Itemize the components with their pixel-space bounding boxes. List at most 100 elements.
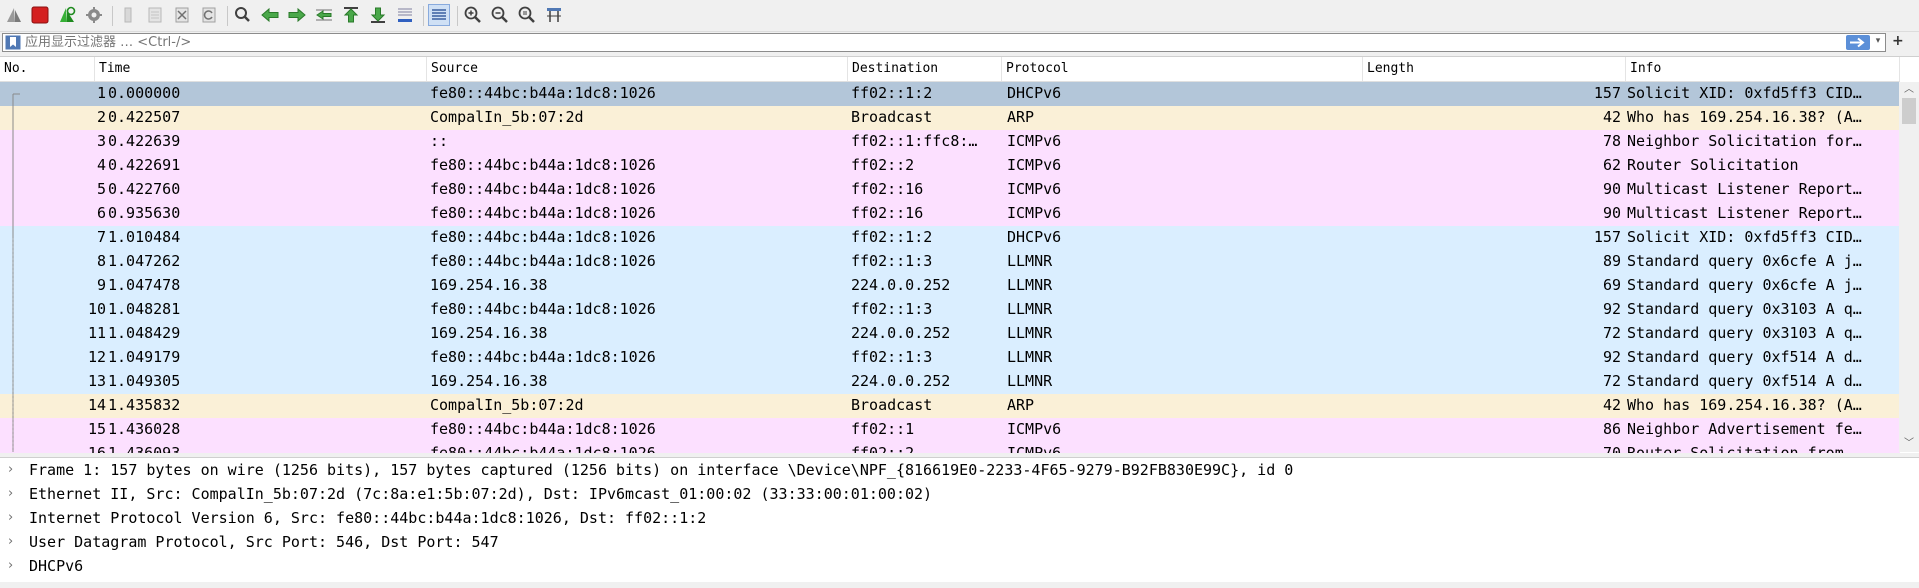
packet-row[interactable]: 16 1.436093 fe80::44bc:b44a:1dc8:1026 ff02:… [0, 442, 1900, 453]
packet-destination-cell: Broadcast [851, 108, 933, 126]
conversation-tree-lines [12, 93, 20, 452]
expand-chevron-icon[interactable]: › [8, 555, 13, 577]
detail-row-frame[interactable]: › Frame 1: 157 bytes on wire (1256 bits)… [0, 459, 1919, 483]
go-first-packet-icon[interactable] [340, 4, 362, 26]
find-packet-icon[interactable] [232, 4, 254, 26]
packet-details-pane: › Frame 1: 157 bytes on wire (1256 bits)… [0, 457, 1919, 582]
packet-time-cell: 1.047478 [108, 276, 181, 294]
packet-destination-cell: ff02::2 [851, 156, 915, 174]
toolbar-separator [227, 6, 228, 26]
expand-chevron-icon[interactable]: › [8, 459, 13, 481]
save-file-icon[interactable] [144, 4, 166, 26]
close-file-icon[interactable] [171, 4, 193, 26]
go-back-icon[interactable] [259, 4, 281, 26]
expand-chevron-icon[interactable]: › [8, 531, 13, 553]
zoom-out-icon[interactable] [489, 4, 511, 26]
packet-source-cell: fe80::44bc:b44a:1dc8:1026 [430, 252, 656, 270]
scroll-down-icon[interactable]: ﹀ [1904, 439, 1914, 449]
packet-row[interactable]: 4 0.422691 fe80::44bc:b44a:1dc8:1026 ff02::… [0, 154, 1900, 178]
packet-time-cell: 1.436093 [108, 444, 181, 453]
restart-capture-icon[interactable] [56, 4, 78, 26]
auto-scroll-icon[interactable] [394, 4, 416, 26]
detail-text: User Datagram Protocol, Src Port: 546, D… [29, 533, 499, 551]
expand-chevron-icon[interactable]: › [8, 483, 13, 505]
detail-row-ethernet[interactable]: › Ethernet II, Src: CompalIn_5b:07:2d (7… [0, 483, 1919, 507]
toolbar-separator [423, 6, 424, 26]
capture-options-gear-icon[interactable] [83, 4, 105, 26]
packet-row[interactable]: 5 0.422760 fe80::44bc:b44a:1dc8:1026 ff02::… [0, 178, 1900, 202]
detail-row-dhcpv6[interactable]: › DHCPv6 [0, 555, 1919, 579]
packet-source-cell: 169.254.16.38 [430, 324, 548, 342]
column-header-info[interactable]: Info [1626, 57, 1900, 81]
packet-destination-cell: ff02::1:ffc8:… [851, 132, 978, 150]
packet-source-cell: :: [430, 132, 449, 150]
stop-capture-icon[interactable] [29, 4, 51, 26]
packet-source-cell: 169.254.16.38 [430, 276, 548, 294]
packet-protocol-cell: LLMNR [1007, 372, 1053, 390]
packet-row[interactable]: 12 1.049179 fe80::44bc:b44a:1dc8:1026 ff02:… [0, 346, 1900, 370]
expand-chevron-icon[interactable]: › [8, 507, 13, 529]
bookmark-icon[interactable] [5, 35, 21, 50]
packet-row[interactable]: 7 1.010484 fe80::44bc:b44a:1dc8:1026 ff02::… [0, 226, 1900, 250]
column-header-destination[interactable]: Destination [848, 57, 1002, 81]
packet-list-scrollbar[interactable]: ︿ ﹀ [1899, 82, 1919, 452]
packet-protocol-cell: ICMPv6 [1007, 444, 1062, 453]
packet-info-cell: Who has 169.254.16.38? (A… [1627, 108, 1862, 126]
column-header-length[interactable]: Length [1363, 57, 1626, 81]
packet-protocol-cell: ARP [1007, 108, 1035, 126]
column-header-source[interactable]: Source [427, 57, 848, 81]
scroll-up-icon[interactable]: ︿ [1904, 85, 1914, 95]
packet-length-cell: 70 [1602, 444, 1621, 453]
packet-length-cell: 90 [1602, 204, 1621, 222]
column-header-protocol[interactable]: Protocol [1002, 57, 1363, 81]
column-header-time[interactable]: Time [95, 57, 427, 81]
packet-destination-cell: ff02::1 [851, 420, 915, 438]
packet-row[interactable]: 11 1.048429 169.254.16.38 224.0.0.252 LLMNR 7… [0, 322, 1900, 346]
column-header-no[interactable]: No. [0, 57, 95, 81]
packet-protocol-cell: ICMPv6 [1007, 420, 1062, 438]
shark-fin-start-icon[interactable] [3, 4, 25, 26]
open-file-icon[interactable] [117, 4, 139, 26]
packet-row[interactable]: 10 1.048281 fe80::44bc:b44a:1dc8:1026 ff02:… [0, 298, 1900, 322]
main-toolbar [0, 0, 1919, 32]
go-to-packet-icon[interactable] [313, 4, 335, 26]
packet-time-cell: 1.048429 [108, 324, 181, 342]
packet-row[interactable]: 8 1.047262 fe80::44bc:b44a:1dc8:1026 ff02::… [0, 250, 1900, 274]
go-last-packet-icon[interactable] [367, 4, 389, 26]
colorize-icon[interactable] [428, 4, 450, 26]
packet-list[interactable]: No. Time Source Destination Protocol Len… [0, 56, 1919, 453]
zoom-normal-icon[interactable] [516, 4, 538, 26]
apply-filter-button[interactable] [1846, 35, 1870, 50]
packet-row[interactable]: 3 0.422639:: ff02::1:ffc8:… ICMPv6 78 Neighbo… [0, 130, 1900, 154]
packet-list-header: No. Time Source Destination Protocol Len… [0, 57, 1900, 82]
display-filter-bar: ▾ + [0, 32, 1919, 54]
packet-source-cell: CompalIn_5b:07:2d [430, 108, 584, 126]
packet-time-cell: 1.048281 [108, 300, 181, 318]
packet-length-cell: 78 [1602, 132, 1621, 150]
packet-row[interactable]: 15 1.436028 fe80::44bc:b44a:1dc8:1026 ff02:… [0, 418, 1900, 442]
packet-protocol-cell: LLMNR [1007, 348, 1053, 366]
resize-columns-icon[interactable] [543, 4, 565, 26]
zoom-in-icon[interactable] [462, 4, 484, 26]
add-filter-button[interactable]: + [1892, 33, 1904, 49]
reload-file-icon[interactable] [198, 4, 220, 26]
detail-row-udp[interactable]: › User Datagram Protocol, Src Port: 546,… [0, 531, 1919, 555]
packet-row[interactable]: 1 0.000000 fe80::44bc:b44a:1dc8:1026 ff02::… [0, 82, 1900, 106]
packet-source-cell: fe80::44bc:b44a:1dc8:1026 [430, 156, 656, 174]
packet-length-cell: 72 [1602, 324, 1621, 342]
display-filter-input[interactable] [25, 34, 1825, 51]
packet-row[interactable]: 13 1.049305 169.254.16.38 224.0.0.252 LLMNR 7… [0, 370, 1900, 394]
packet-row[interactable]: 2 0.422507 CompalIn_5b:07:2d Broadcast ARP 42… [0, 106, 1900, 130]
packet-info-cell: Multicast Listener Report… [1627, 204, 1862, 222]
packet-row[interactable]: 6 0.935630 fe80::44bc:b44a:1dc8:1026 ff02::… [0, 202, 1900, 226]
go-forward-icon[interactable] [286, 4, 308, 26]
packet-row[interactable]: 9 1.047478 169.254.16.38 224.0.0.252 LLMNR 69… [0, 274, 1900, 298]
filter-history-dropdown[interactable]: ▾ [1872, 36, 1884, 50]
packet-destination-cell: ff02::1:3 [851, 300, 933, 318]
detail-row-ipv6[interactable]: › Internet Protocol Version 6, Src: fe80… [0, 507, 1919, 531]
packet-source-cell: fe80::44bc:b44a:1dc8:1026 [430, 84, 656, 102]
packet-row[interactable]: 14 1.435832 CompalIn_5b:07:2d Broadcast ARP 4… [0, 394, 1900, 418]
packet-protocol-cell: LLMNR [1007, 252, 1053, 270]
scrollbar-thumb[interactable] [1902, 98, 1916, 124]
packet-length-cell: 90 [1602, 180, 1621, 198]
